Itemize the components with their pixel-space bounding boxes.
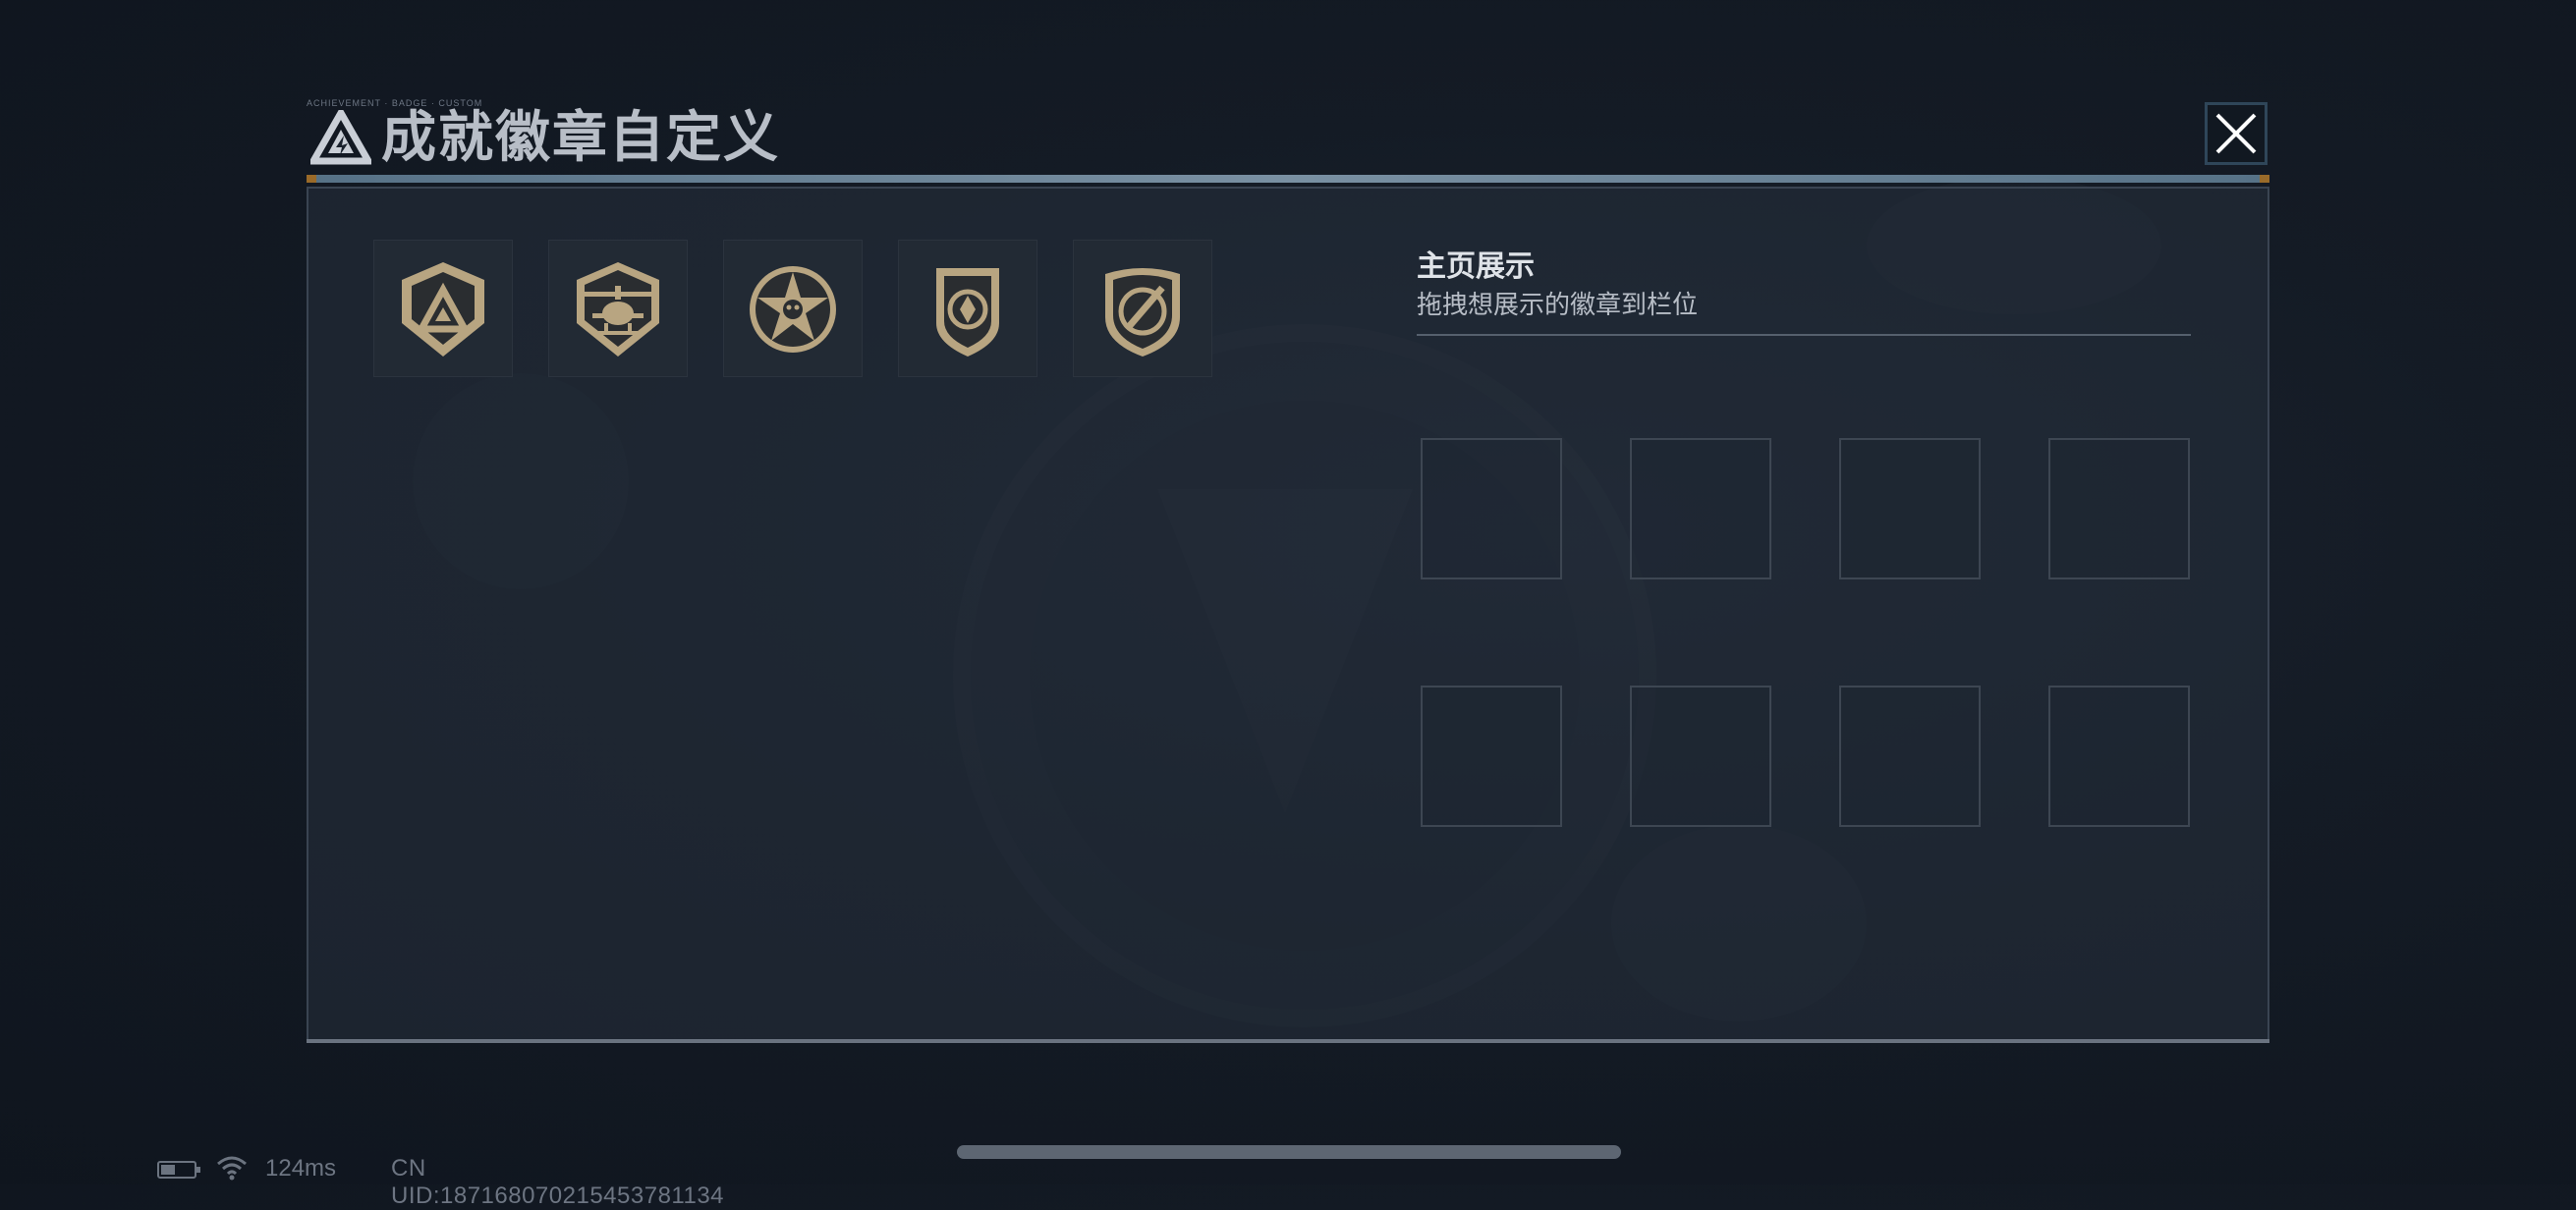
- user-uid: CN UID:187168070215453781134: [391, 1155, 725, 1209]
- star-skull-icon: [750, 266, 836, 353]
- badge-item-blade-crest[interactable]: [1073, 240, 1212, 377]
- display-slot-4[interactable]: [2048, 438, 2190, 579]
- display-slot-8[interactable]: [2048, 686, 2190, 827]
- badge-item-arrow-crest[interactable]: [898, 240, 1037, 377]
- title-bar: ACHIEVEMENT · BADGE · CUSTOM 成就徽章自定义: [307, 98, 2269, 185]
- display-slot-7[interactable]: [1839, 686, 1981, 827]
- close-button[interactable]: [2205, 102, 2268, 165]
- display-slot-3[interactable]: [1839, 438, 1981, 579]
- badge-item-peak[interactable]: [373, 240, 513, 377]
- blade-crest-icon: [1105, 268, 1180, 357]
- mountain-triangle-icon: [402, 262, 484, 357]
- ping-readout: 124ms: [265, 1155, 337, 1182]
- display-slot-6[interactable]: [1630, 686, 1771, 827]
- badge-item-helicopter[interactable]: [548, 240, 688, 377]
- title-logo-icon: [310, 110, 371, 165]
- display-slot-1[interactable]: [1421, 438, 1562, 579]
- page-title: 成就徽章自定义: [381, 106, 780, 168]
- wifi-icon: [217, 1156, 247, 1181]
- display-slot-2[interactable]: [1630, 438, 1771, 579]
- helicopter-icon: [577, 262, 659, 357]
- display-slot-5[interactable]: [1421, 686, 1562, 827]
- panel-bottom-border: [307, 1039, 2269, 1043]
- arrow-crest-icon: [936, 268, 999, 357]
- home-indicator[interactable]: [957, 1145, 1621, 1159]
- display-divider: [1417, 334, 2191, 336]
- title-divider: [307, 175, 2269, 183]
- badge-item-star-skull[interactable]: [723, 240, 863, 377]
- close-icon: [2215, 113, 2257, 154]
- battery-icon: [157, 1161, 200, 1179]
- display-section-hint: 拖拽想展示的徽章到栏位: [1417, 290, 1699, 319]
- display-section-title: 主页展示: [1417, 250, 1535, 283]
